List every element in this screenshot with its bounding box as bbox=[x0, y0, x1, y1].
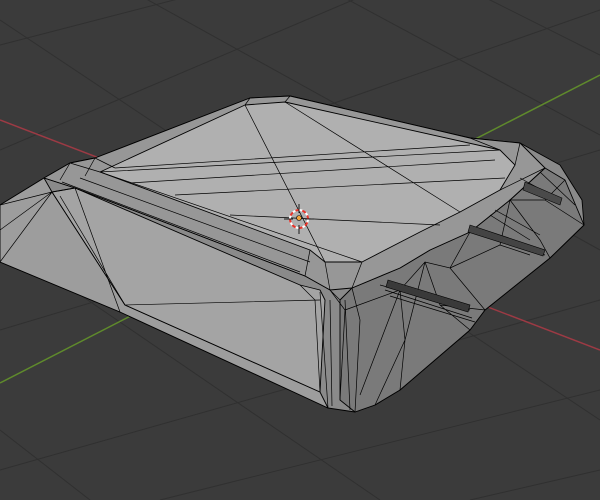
3d-viewport[interactable] bbox=[0, 0, 600, 500]
viewport-canvas[interactable] bbox=[0, 0, 600, 500]
object-origin-icon bbox=[296, 215, 302, 221]
